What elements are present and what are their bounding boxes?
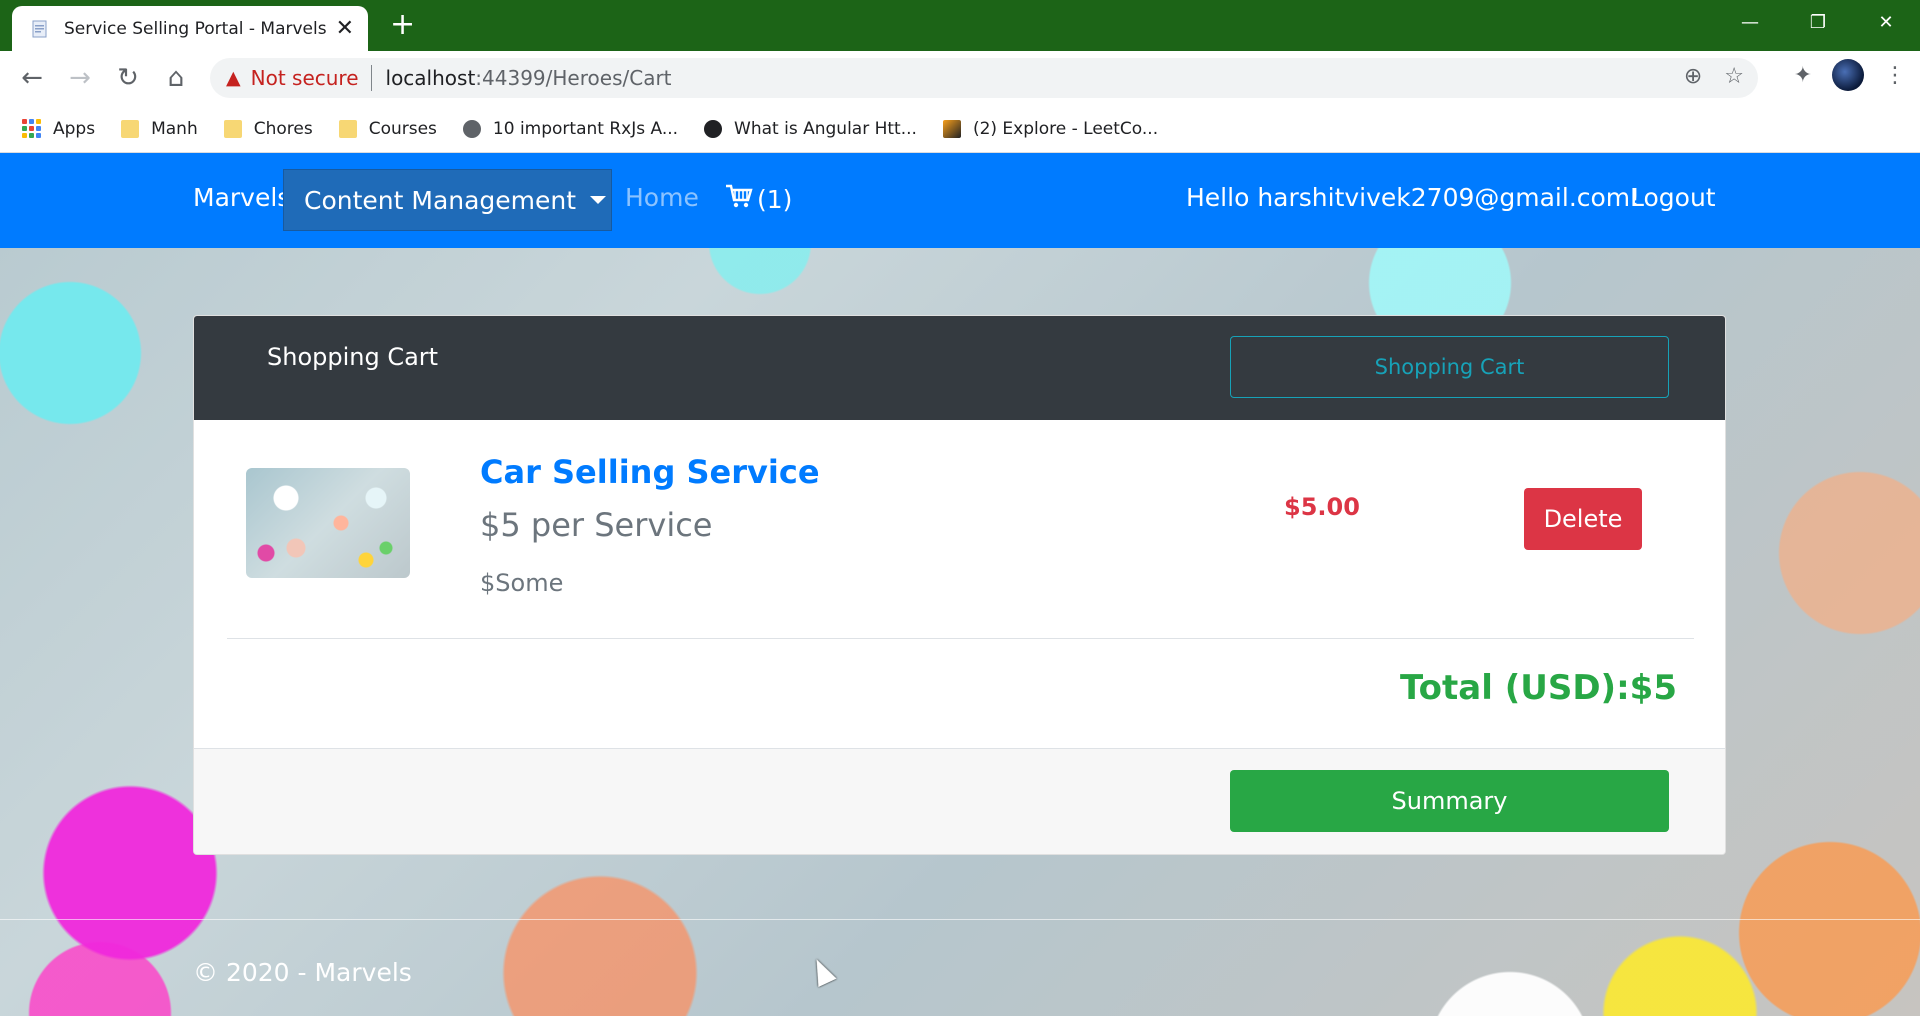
browser-toolbar: ← → ↻ ⌂ ▲ Not secure localhost:44399/Her… — [0, 51, 1920, 105]
logout-link[interactable]: Logout — [1630, 183, 1716, 212]
tab-close-icon[interactable]: ✕ — [336, 17, 354, 40]
item-thumbnail — [246, 468, 410, 578]
cart-count: (1) — [757, 184, 793, 214]
bookmark-label: Chores — [253, 118, 313, 139]
mouse-cursor-icon — [807, 954, 837, 988]
address-url[interactable]: localhost:44399/Heroes/Cart — [386, 66, 672, 90]
bookmark-star-icon[interactable]: ☆ — [1724, 64, 1744, 89]
url-host: localhost — [385, 66, 476, 90]
bookmark-label: What is Angular Htt... — [734, 118, 917, 139]
zoom-icon[interactable]: ⊕ — [1684, 64, 1702, 89]
folder-icon — [223, 119, 242, 138]
home-icon[interactable]: ⌂ — [152, 54, 200, 102]
bookmark-label: Manh — [151, 118, 198, 139]
bookmark-apps[interactable]: Apps — [22, 119, 95, 139]
reload-icon[interactable]: ↻ — [104, 54, 152, 102]
cart-title: Shopping Cart — [267, 343, 439, 371]
bookmark-label: 10 important RxJs A... — [492, 118, 679, 139]
item-description: $Some — [480, 569, 564, 597]
caret-down-icon — [590, 196, 607, 204]
item-unit-price: $5 per Service — [480, 506, 713, 544]
bookmark-angular[interactable]: What is Angular Htt... — [704, 119, 917, 139]
browser-tab[interactable]: Service Selling Portal - Marvels ✕ — [12, 6, 368, 51]
minimize-icon[interactable]: — — [1716, 0, 1784, 44]
footer-copyright: © 2020 - Marvels — [193, 958, 412, 987]
address-bar[interactable]: ▲ Not secure localhost:44399/Heroes/Cart… — [210, 58, 1758, 98]
brand-link[interactable]: Marvels — [193, 183, 290, 212]
site-icon — [704, 119, 723, 138]
bookmark-rxjs[interactable]: 10 important RxJs A... — [462, 118, 679, 139]
forward-arrow-icon[interactable]: → — [56, 54, 104, 102]
bookmark-label: Courses — [368, 118, 437, 139]
bookmark-leetcode[interactable]: (2) Explore - LeetCo... — [942, 118, 1159, 139]
user-greeting[interactable]: Hello harshitvivek2709@gmail.com! — [1186, 183, 1640, 212]
page-body: Marvels Content Management Home (1) Hell… — [0, 153, 1920, 1016]
folder-icon — [121, 119, 140, 138]
item-name: Car Selling Service — [480, 453, 820, 491]
delete-button[interactable]: Delete — [1524, 488, 1642, 550]
omnibox-actions: ⊕ ☆ — [1684, 64, 1744, 89]
new-tab-button[interactable]: + — [390, 10, 415, 40]
toolbar-right: ✦ ⋮ — [1794, 59, 1906, 91]
warning-icon[interactable]: ▲ — [226, 67, 241, 89]
shopping-cart-card: Shopping Cart Shopping Cart Car Selling … — [193, 315, 1726, 855]
cart-total: Total (USD):$5 — [1399, 668, 1677, 708]
summary-button[interactable]: Summary — [1230, 770, 1669, 832]
shopping-cart-icon — [725, 183, 753, 215]
site-navbar: Marvels Content Management Home (1) Hell… — [0, 153, 1920, 248]
apps-grid-icon — [22, 119, 41, 138]
bookmark-label: Apps — [53, 118, 96, 139]
cart-header: Shopping Cart Shopping Cart — [194, 316, 1725, 420]
window-controls: — ❐ ✕ — [1716, 0, 1920, 44]
close-window-icon[interactable]: ✕ — [1852, 0, 1920, 44]
cart-footer: Summary — [194, 748, 1725, 854]
bookmark-manh[interactable]: Manh — [121, 119, 198, 139]
bookmarks-bar: Apps Manh Chores Courses 10 important Rx… — [0, 105, 1920, 153]
folder-icon — [338, 119, 357, 138]
globe-icon — [462, 119, 481, 138]
back-arrow-icon[interactable]: ← — [8, 54, 56, 102]
profile-avatar[interactable] — [1832, 59, 1864, 91]
leetcode-icon — [942, 119, 961, 138]
browser-menu-icon[interactable]: ⋮ — [1884, 63, 1906, 88]
divider — [227, 638, 1694, 639]
extensions-puzzle-icon[interactable]: ✦ — [1794, 63, 1812, 88]
footer-divider — [0, 919, 1920, 920]
url-path: :44399/Heroes/Cart — [475, 66, 672, 90]
tab-title: Service Selling Portal - Marvels — [64, 18, 327, 39]
bookmark-courses[interactable]: Courses — [338, 118, 437, 139]
shopping-cart-button[interactable]: Shopping Cart — [1230, 336, 1669, 398]
page-favicon-icon — [30, 19, 50, 39]
bookmark-chores[interactable]: Chores — [223, 118, 313, 139]
not-secure-label[interactable]: Not secure — [251, 66, 359, 90]
content-management-dropdown[interactable]: Content Management — [283, 169, 612, 231]
item-amount: $5.00 — [1284, 493, 1360, 521]
dropdown-label: Content Management — [304, 185, 577, 215]
cart-link[interactable]: (1) — [725, 183, 792, 215]
home-link[interactable]: Home — [625, 183, 699, 212]
bookmark-label: (2) Explore - LeetCo... — [972, 118, 1159, 139]
address-separator — [370, 65, 372, 91]
restore-icon[interactable]: ❐ — [1784, 0, 1852, 44]
browser-tab-strip: Service Selling Portal - Marvels ✕ + — ❐… — [0, 0, 1920, 51]
